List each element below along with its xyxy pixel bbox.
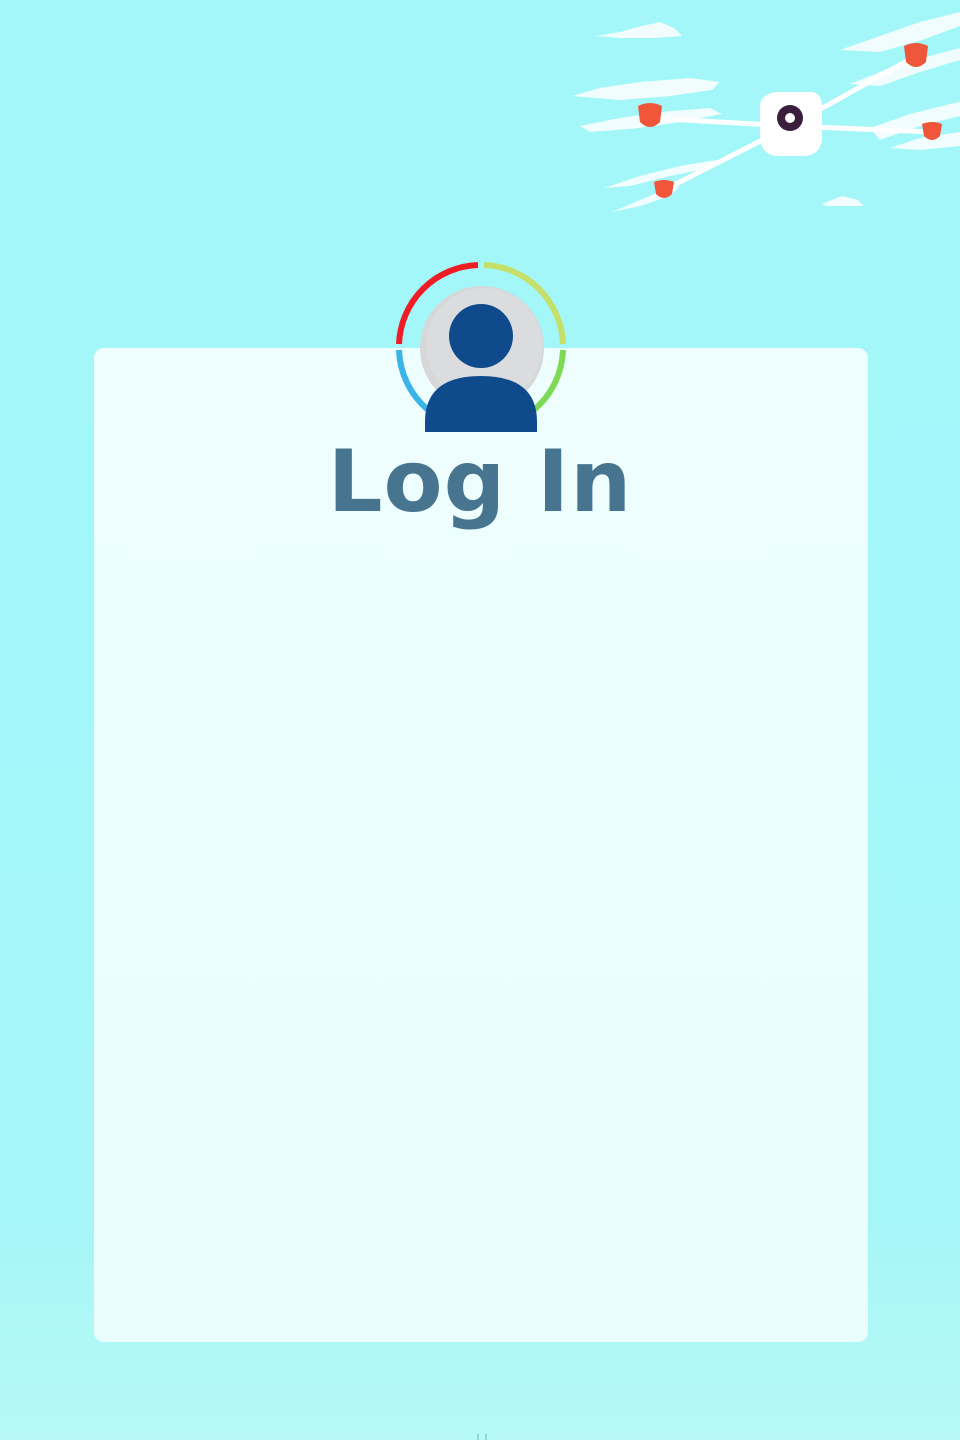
page-title: Log In — [327, 432, 633, 532]
user-avatar-icon — [396, 262, 566, 432]
drone-illustration — [572, 12, 960, 212]
drone-body — [760, 92, 822, 156]
scroll-hint-icon — [477, 1434, 487, 1440]
